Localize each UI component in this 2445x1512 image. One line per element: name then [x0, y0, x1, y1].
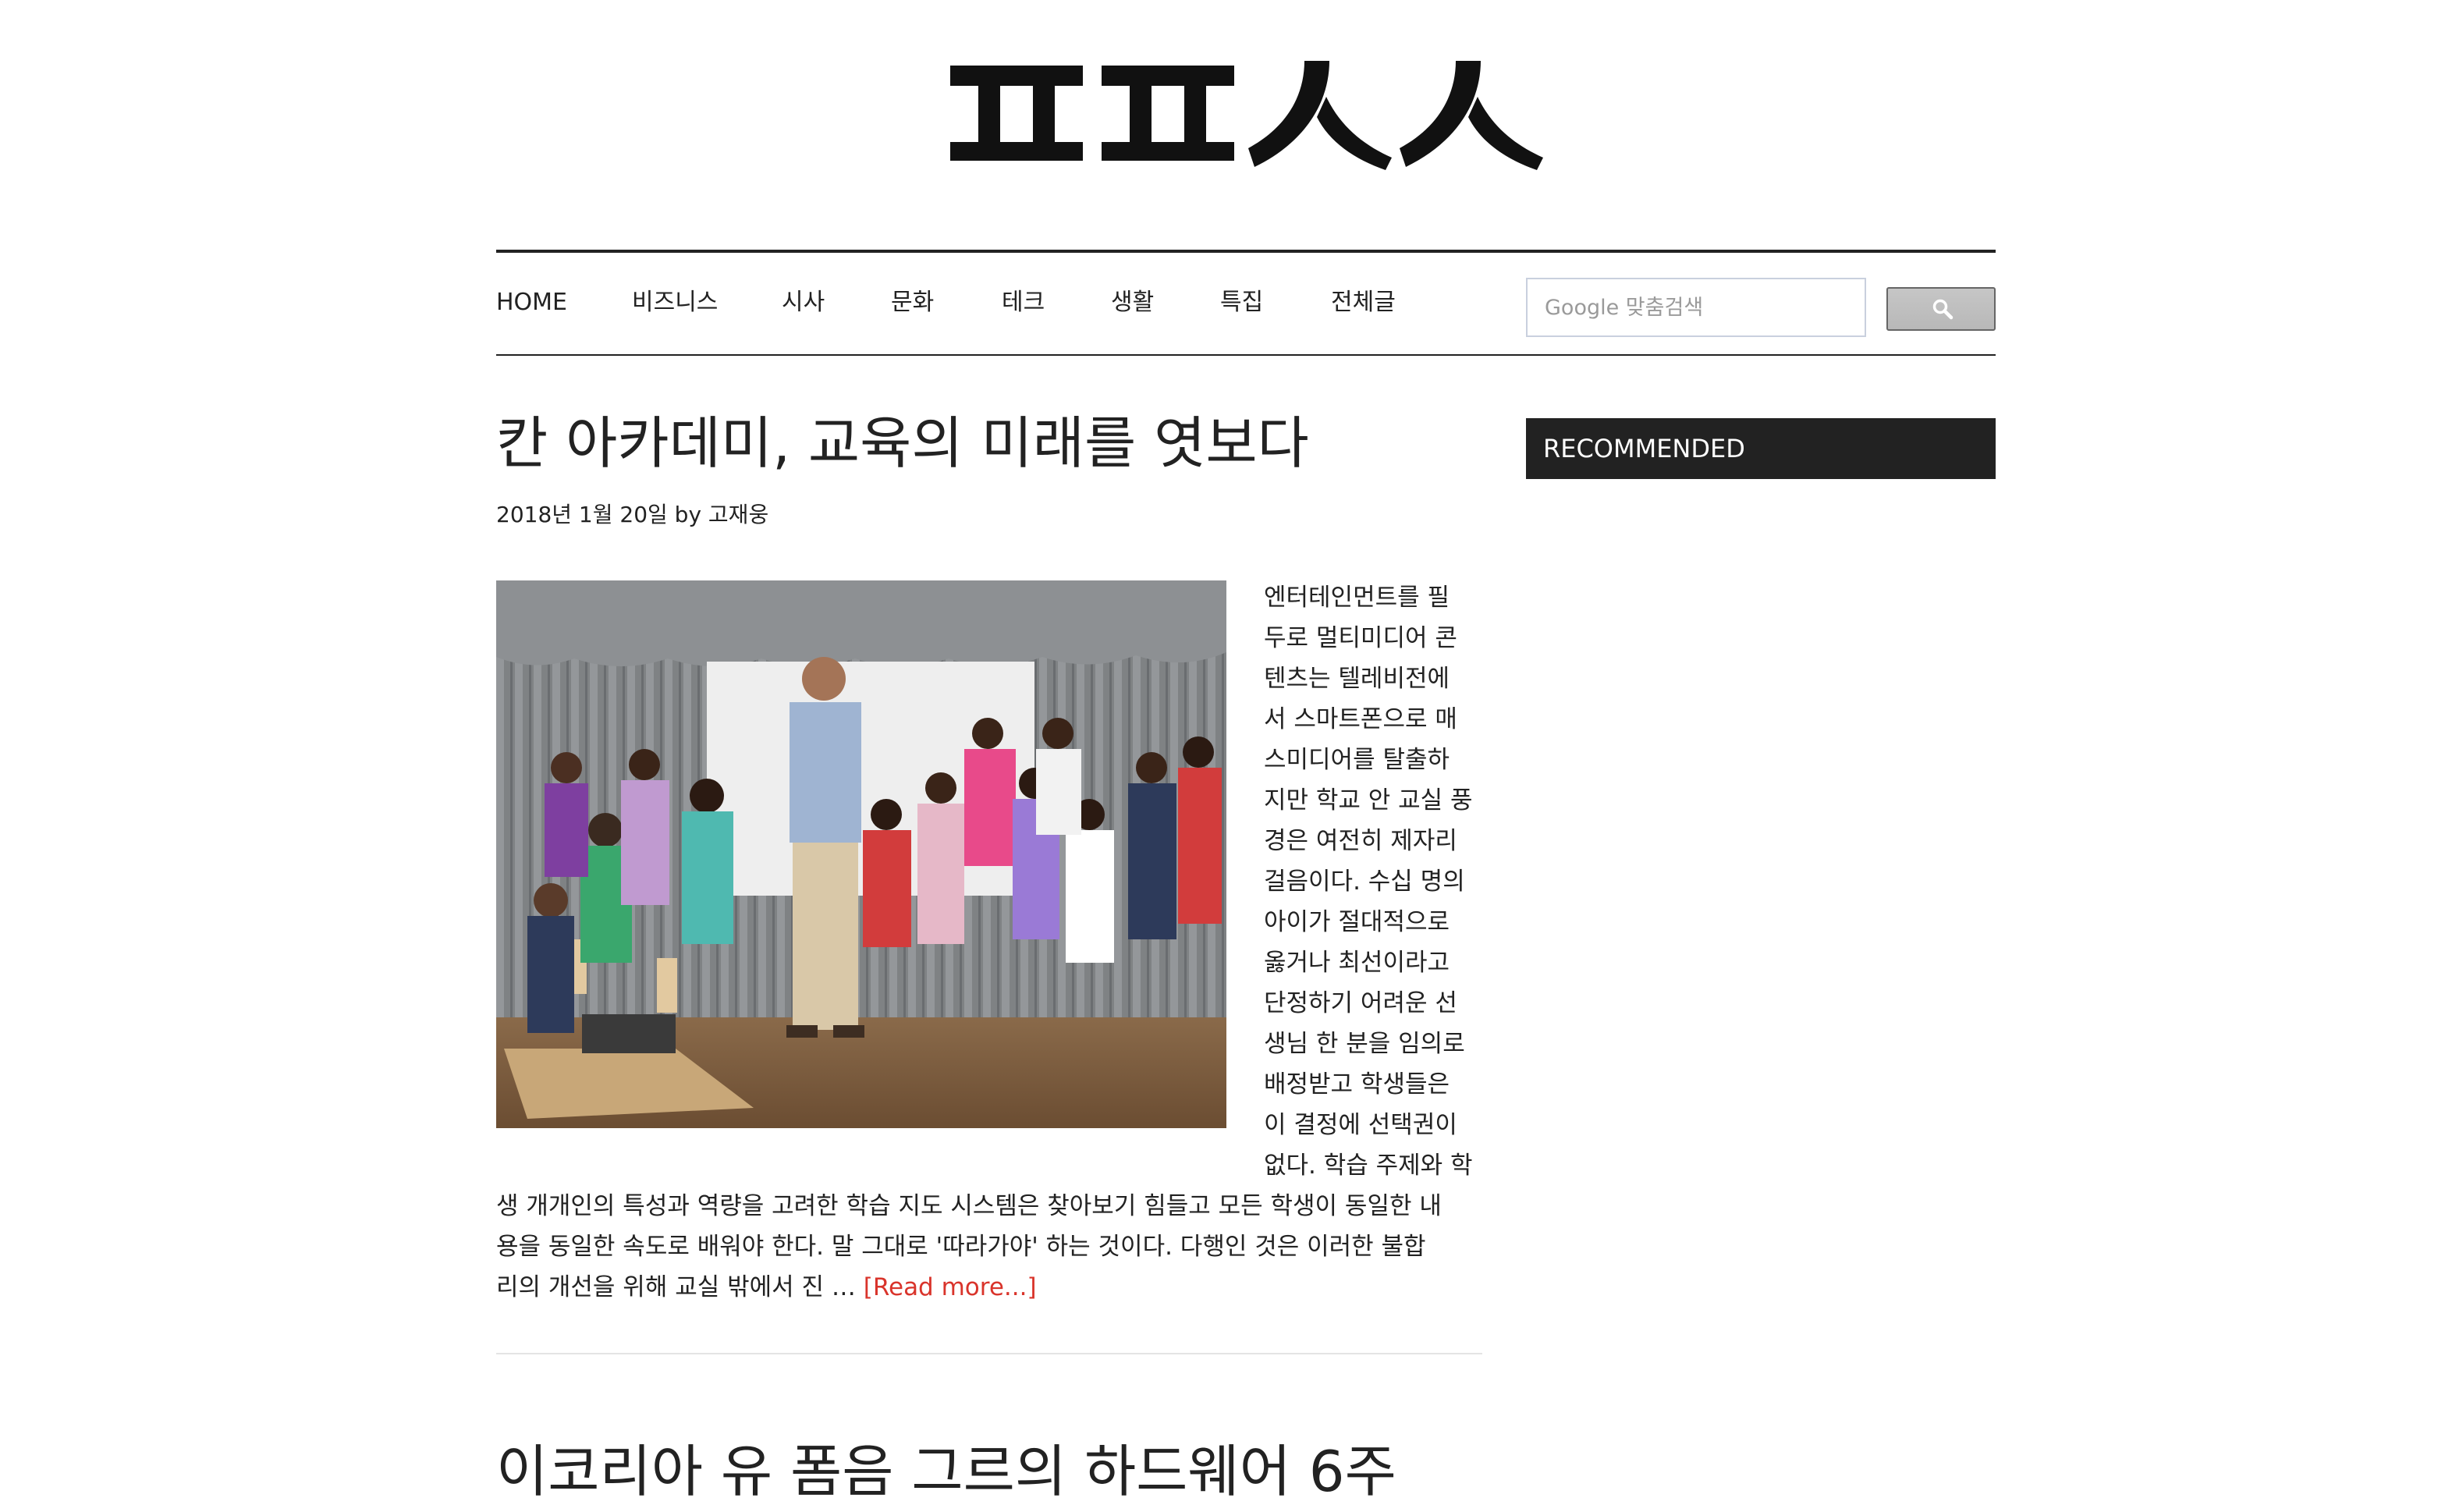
nav-item-current-affairs[interactable]: 시사 — [782, 286, 825, 320]
excerpt-line: 경은 여전히 제자리 — [1264, 827, 1457, 855]
nav-item-feature[interactable]: 특집 — [1220, 286, 1263, 320]
excerpt-line: 아이가 절대적으로 — [1264, 908, 1450, 936]
read-more-link[interactable]: [Read more...] — [864, 1273, 1037, 1301]
excerpt-line: 지만 학교 안 교실 풍 — [1264, 786, 1473, 815]
nav-item-culture[interactable]: 문화 — [891, 286, 934, 320]
nav-item-all-posts[interactable]: 전체글 — [1331, 286, 1396, 320]
article-excerpt-narrow: 엔터테인먼트를 필 두로 멀티미디어 콘 텐츠는 텔레비전에 서 스마트폰으로 … — [1264, 577, 1490, 1186]
excerpt-last-line: 리의 개선을 위해 교실 밖에서 진 … [Read more...] — [496, 1267, 1495, 1308]
excerpt-line: 서 스마트폰으로 매 — [1264, 705, 1457, 733]
excerpt-line: 두로 멀티미디어 콘 — [1264, 624, 1457, 652]
excerpt-line: 스미디어를 탈출하 — [1264, 746, 1450, 774]
site-logo[interactable] — [950, 61, 1543, 178]
nav-bottom-border — [496, 354, 1996, 356]
excerpt-line: 옳거나 최선이라고 — [1264, 949, 1450, 977]
search-icon — [1932, 299, 1954, 320]
nav-item-life[interactable]: 생활 — [1111, 286, 1154, 320]
nav-item-tech[interactable]: 테크 — [1002, 286, 1045, 320]
article-title[interactable]: 칸 아카데미, 교육의 미래를 엿보다 — [496, 403, 1309, 484]
excerpt-line: 텐츠는 텔레비전에 — [1264, 665, 1450, 693]
article-meta: 2018년 1월 20일 by 고재웅 — [496, 502, 769, 527]
excerpt-line: 엔터테인먼트를 필 — [1264, 584, 1450, 612]
article-excerpt-wide: 생 개개인의 특성과 역량을 고려한 학습 지도 시스템은 찾아보기 힘들고 모… — [496, 1186, 1495, 1308]
article-divider — [496, 1353, 1482, 1354]
classroom-photo — [496, 580, 1226, 1128]
excerpt-line: 이 결정에 선택권이 — [1264, 1111, 1457, 1139]
nav-item-business[interactable]: 비즈니스 — [632, 286, 718, 320]
sidebar-widget-title: RECOMMENDED — [1526, 418, 1996, 479]
excerpt-line: 단정하기 어려운 선 — [1264, 989, 1457, 1017]
excerpt-last-text: 리의 개선을 위해 교실 밖에서 진 … — [496, 1273, 864, 1301]
search-box — [1526, 278, 1866, 337]
excerpt-line: 생 개개인의 특성과 역량을 고려한 학습 지도 시스템은 찾아보기 힘들고 모… — [496, 1192, 1442, 1220]
search-input[interactable] — [1545, 279, 1857, 335]
excerpt-line: 배정받고 학생들은 — [1264, 1070, 1450, 1099]
article-image[interactable] — [496, 580, 1226, 1128]
nav-item-home[interactable]: HOME — [496, 286, 567, 320]
next-article-title[interactable]: 이코리아 유 폼음 그르의 하드웨어 6주 — [496, 1431, 1396, 1512]
excerpt-line: 용을 동일한 속도로 배워야 한다. 말 그대로 '따라가야' 하는 것이다. … — [496, 1233, 1426, 1261]
excerpt-line: 걸음이다. 수십 명의 — [1264, 868, 1465, 896]
nav-top-border — [496, 250, 1996, 253]
logo-glyphs — [950, 61, 1543, 170]
search-button[interactable] — [1886, 287, 1996, 331]
excerpt-line: 없다. 학습 주제와 학 — [1264, 1152, 1473, 1180]
excerpt-line: 생님 한 분을 임의로 — [1264, 1030, 1465, 1058]
